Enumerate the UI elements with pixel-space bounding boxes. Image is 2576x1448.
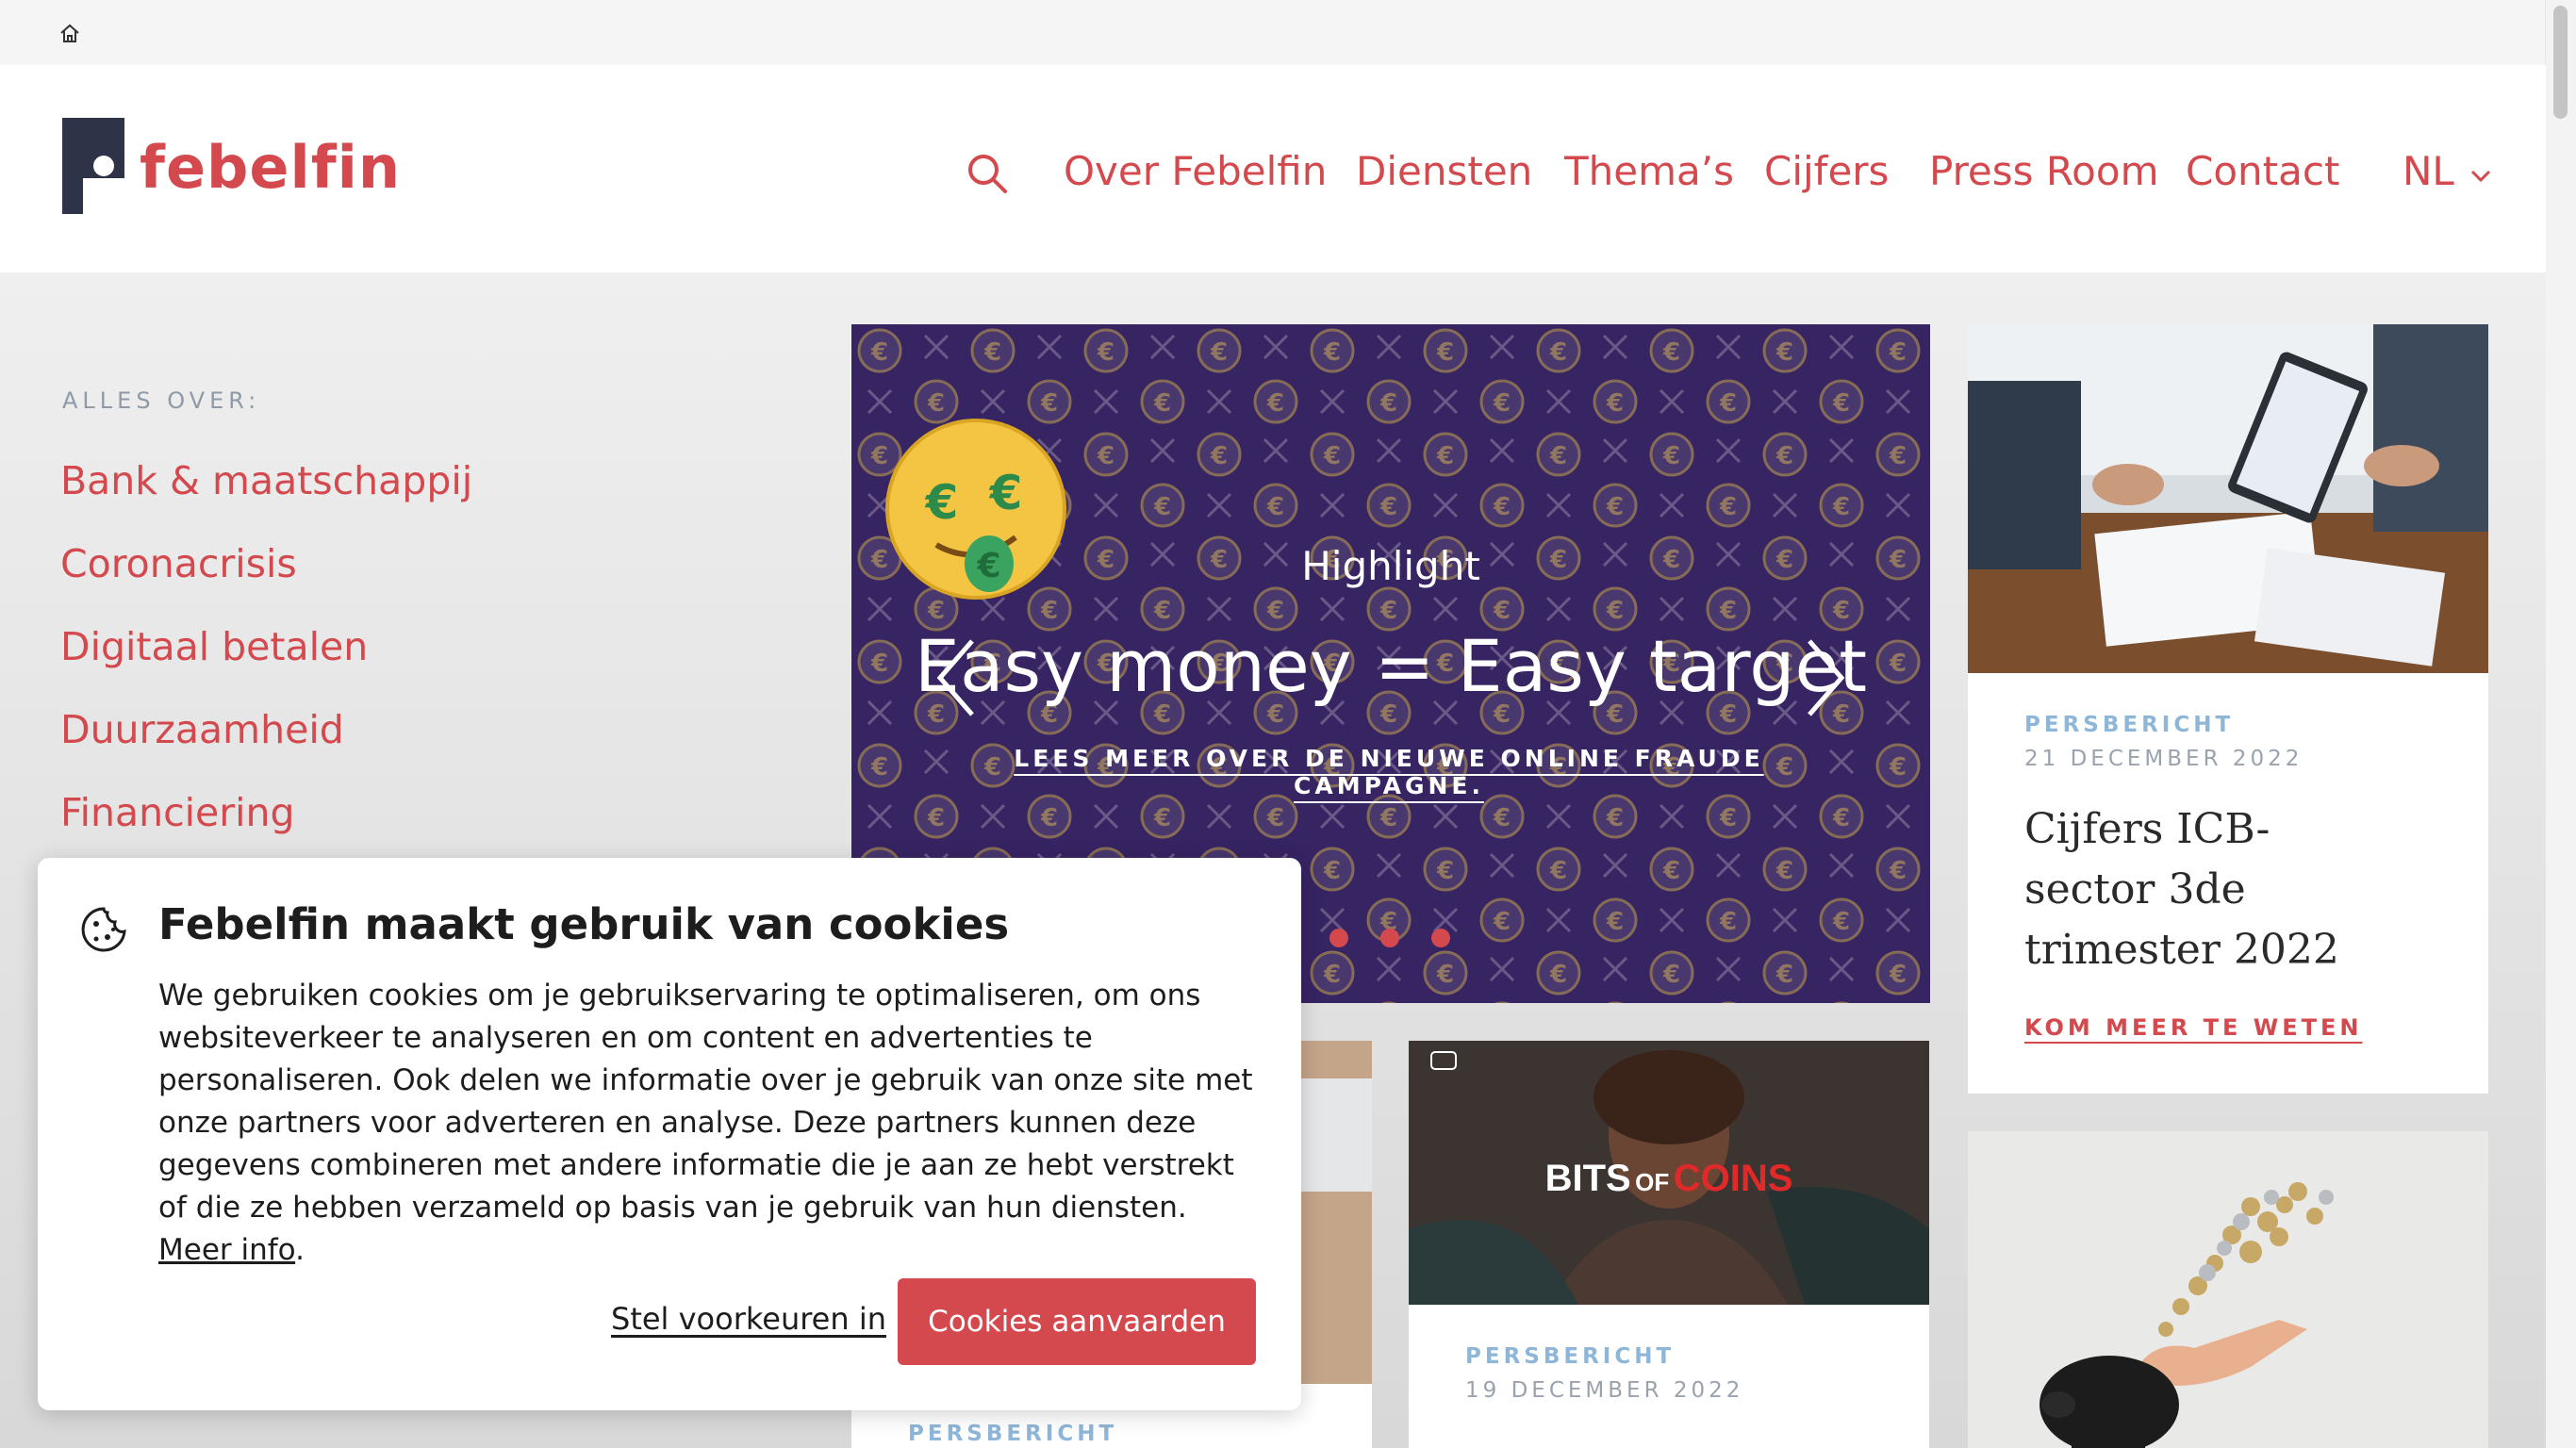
sidebar-item-digitaal-betalen[interactable]: Digitaal betalen xyxy=(60,624,368,669)
nav-press-room[interactable]: Press Room xyxy=(1929,148,2159,194)
hero-read-more-link[interactable]: LEES MEER OVER DE NIEUWE ONLINE FRAUDE C… xyxy=(983,745,1794,799)
top-bar xyxy=(0,0,2546,65)
video-title-coins: COINS xyxy=(1673,1158,1793,1199)
search-icon[interactable] xyxy=(966,152,1009,195)
nav-cijfers[interactable]: Cijfers xyxy=(1764,148,1889,194)
video-title-bits: BITS xyxy=(1544,1158,1631,1199)
business-meeting-image xyxy=(1968,324,2488,673)
more-info-link[interactable]: Meer info xyxy=(158,1233,295,1267)
sidebar-item-financiering[interactable]: Financiering xyxy=(60,790,295,835)
slider-dot-2[interactable] xyxy=(1380,929,1399,947)
news-card-piggy-bank[interactable] xyxy=(1968,1131,2488,1448)
set-preferences-link[interactable]: Stel voorkeuren in xyxy=(611,1301,886,1337)
card-badge: PERSBERICHT xyxy=(2024,713,2235,737)
sidebar-title: ALLES OVER: xyxy=(62,387,261,414)
nav-themas[interactable]: Thema’s xyxy=(1564,148,1734,194)
video-title-overlay: BITS OF COINS xyxy=(1409,1158,1929,1200)
cookie-text: We gebruiken cookies om je gebruikservar… xyxy=(158,975,1262,1272)
news-card-icb[interactable]: PERSBERICHT 21 DECEMBER 2022 Cijfers ICB… xyxy=(1968,324,2488,1094)
card-title[interactable]: Cijfers ICB- sector 3de trimester 2022 xyxy=(2024,799,2339,980)
hero-title: Easy money = Easy target xyxy=(914,624,1868,708)
nav-contact[interactable]: Contact xyxy=(2186,148,2339,194)
cookie-body: We gebruiken cookies om je gebruikservar… xyxy=(158,979,1253,1225)
logo-text[interactable]: febelfin xyxy=(140,133,401,202)
cookie-period: . xyxy=(295,1233,305,1267)
card-badge: PERSBERICHT xyxy=(908,1422,1118,1446)
card-badge: PERSBERICHT xyxy=(1465,1344,1676,1369)
slider-dot-1[interactable] xyxy=(1329,929,1348,947)
sidebar-item-duurzaamheid[interactable]: Duurzaamheid xyxy=(60,707,344,752)
febelfin-logo-icon[interactable] xyxy=(62,118,124,214)
card-date: 19 DECEMBER 2022 xyxy=(1465,1378,1744,1403)
language-selector[interactable]: NL xyxy=(2403,148,2454,194)
slider-next-arrow-icon[interactable] xyxy=(1804,637,1847,718)
slider-dot-3[interactable] xyxy=(1431,929,1450,947)
cookie-title: Febelfin maakt gebruik van cookies xyxy=(158,899,1010,949)
scrollbar-thumb[interactable] xyxy=(2553,6,2568,119)
card-title-line-2[interactable]: sector 3de xyxy=(2024,860,2339,920)
chevron-down-icon[interactable] xyxy=(2469,163,2493,188)
piggy-bank-coins-image xyxy=(1968,1131,2488,1448)
site-header: febelfin Over Febelfin Diensten Thema’s … xyxy=(0,65,2546,272)
accept-cookies-button[interactable]: Cookies aanvaarden xyxy=(898,1278,1256,1365)
card-title-line-3[interactable]: trimester 2022 xyxy=(2024,920,2339,980)
card-read-more-link[interactable]: KOM MEER TE WETEN xyxy=(2024,1014,2363,1041)
svg-text:€: € xyxy=(925,475,959,530)
svg-text:€: € xyxy=(989,466,1023,520)
sidebar-item-bank-maatschappij[interactable]: Bank & maatschappij xyxy=(60,458,472,503)
news-card-bits-of-coins[interactable]: BITS OF COINS PERSBERICHT 19 DECEMBER 20… xyxy=(1409,1041,1929,1448)
card-date: 21 DECEMBER 2022 xyxy=(2024,747,2304,771)
card-title-line-1[interactable]: Cijfers ICB- xyxy=(2024,799,2339,860)
hero-kicker: Highlight xyxy=(1301,543,1480,589)
nav-over-febelfin[interactable]: Over Febelfin xyxy=(1064,148,1327,194)
slider-prev-arrow-icon[interactable] xyxy=(934,637,978,718)
scrollbar[interactable] xyxy=(2545,0,2576,1448)
nav-diensten[interactable]: Diensten xyxy=(1356,148,1532,194)
cookie-icon xyxy=(81,907,126,952)
home-icon[interactable] xyxy=(58,23,81,45)
cookie-consent-dialog: Febelfin maakt gebruik van cookies We ge… xyxy=(38,858,1301,1410)
sidebar-item-coronacrisis[interactable]: Coronacrisis xyxy=(60,541,297,586)
video-title-of: OF xyxy=(1635,1168,1670,1196)
